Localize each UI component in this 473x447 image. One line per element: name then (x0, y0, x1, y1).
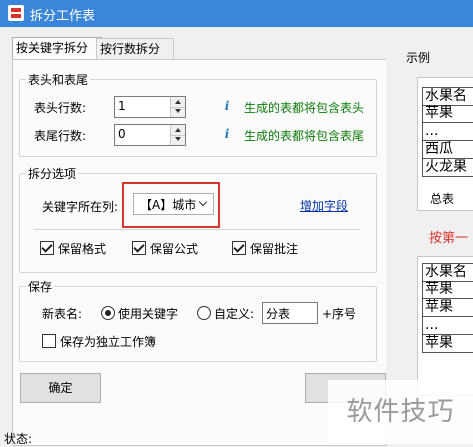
table-cell: ... (422, 317, 473, 335)
header-rows-spinner[interactable]: 1 (114, 96, 186, 118)
ok-button[interactable]: 确定 (20, 373, 101, 403)
table-cell: 西瓜 (422, 141, 473, 159)
header-rows-value: 1 (118, 99, 126, 113)
save-workbook-label: 保存为独立工作簿 (60, 335, 157, 349)
tab-split-by-rows[interactable]: 按行数拆分 (96, 38, 174, 60)
example-table-1: 水果名 苹果 ... 西瓜 火龙果 总表 (417, 77, 473, 211)
app-icon (8, 5, 24, 21)
chevron-down-icon (198, 197, 208, 207)
table-cell: 苹果 (422, 335, 473, 353)
table-cell: 火龙果 (422, 159, 473, 177)
keep-comment-label: 保留批注 (250, 242, 299, 256)
suffix-label: +序号 (322, 307, 357, 321)
save-workbook-checkbox[interactable] (42, 334, 56, 348)
info-icon: i (224, 127, 230, 141)
custom-name-input[interactable]: 分表 (262, 302, 318, 324)
header-hint: 生成的表都将包含表头 (244, 101, 365, 115)
table-cell: 水果名 (422, 87, 473, 106)
keep-comment-checkbox[interactable] (232, 241, 246, 255)
header-footer-title: 表头和表尾 (26, 71, 91, 88)
keep-formula-checkbox[interactable] (132, 241, 146, 255)
keep-format-label: 保留格式 (58, 242, 107, 256)
table-cell: ... (422, 123, 473, 141)
key-column-label: 关键字所在列: (42, 200, 119, 214)
spin-down-icon[interactable] (171, 107, 185, 117)
save-group: 保存 新表名: 使用关键字 自定义: 分表 +序号 保存为独立工作簿 (19, 278, 377, 362)
add-field-link[interactable]: 增加字段 (300, 197, 348, 214)
status-label: 状态: (4, 432, 33, 446)
window-title: 拆分工作表 (30, 9, 96, 24)
custom-radio[interactable] (197, 306, 211, 320)
example-title: 示例 (406, 51, 431, 65)
save-title: 保存 (26, 278, 55, 295)
title-bar: 拆分工作表 (0, 0, 473, 27)
divider (34, 229, 360, 230)
tab-split-by-keyword[interactable]: 按关键字拆分 (12, 37, 102, 61)
header-rows-label: 表头行数: (34, 101, 87, 115)
example-caption: 按第一 (429, 231, 469, 246)
example-table-2: 水果名 苹果 苹果 ... 苹果 (417, 256, 473, 396)
table-cell: 水果名 (422, 263, 473, 282)
keep-formula-label: 保留公式 (150, 242, 199, 256)
custom-label: 自定义: (214, 307, 255, 321)
use-keyword-label: 使用关键字 (118, 307, 179, 321)
keep-format-checkbox[interactable] (40, 241, 54, 255)
key-column-value: 【A】城市 (140, 198, 197, 212)
split-options-group: 拆分选项 关键字所在列: 【A】城市 增加字段 保留格式 保留公式 保留批注 (19, 165, 377, 273)
header-footer-group: 表头和表尾 表头行数: 1 i 生成的表都将包含表头 表尾行数: 0 i 生成的… (19, 71, 377, 157)
new-sheet-name-label: 新表名: (42, 307, 83, 321)
footer-rows-label: 表尾行数: (34, 129, 87, 143)
table-cell: 苹果 (422, 105, 473, 123)
footer-rows-spinner[interactable]: 0 (114, 124, 186, 146)
footer-rows-value: 0 (118, 127, 126, 141)
table-cell: 苹果 (422, 281, 473, 299)
use-keyword-radio[interactable] (101, 306, 115, 320)
table-cell: 苹果 (422, 299, 473, 317)
custom-name-value: 分表 (266, 307, 291, 321)
watermark: 软件技巧 (328, 380, 473, 444)
split-options-title: 拆分选项 (26, 165, 79, 182)
footer-hint: 生成的表都将包含表尾 (244, 129, 365, 143)
key-column-dropdown[interactable]: 【A】城市 (133, 193, 214, 215)
info-icon: i (224, 99, 230, 113)
spin-down-icon[interactable] (171, 135, 185, 145)
sheet-tab: 总表 (430, 192, 455, 206)
